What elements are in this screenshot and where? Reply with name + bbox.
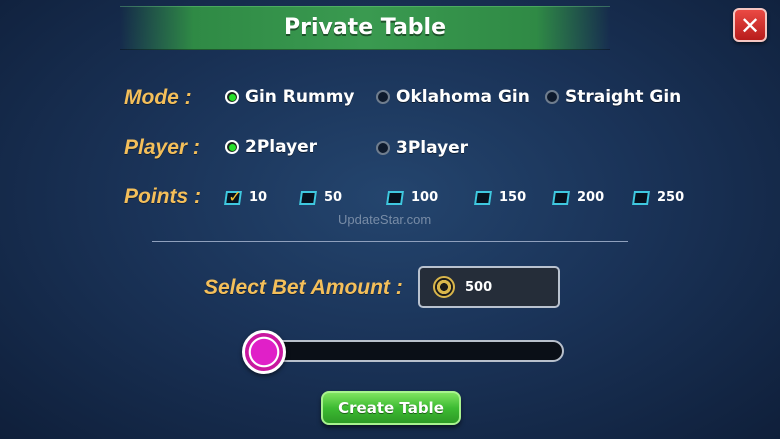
bet-amount-value: 500 bbox=[465, 279, 493, 295]
radio-unselected-icon bbox=[545, 90, 559, 104]
points-option-label: 150 bbox=[499, 190, 527, 205]
player-label: Player : bbox=[124, 136, 200, 159]
points-option-label: 100 bbox=[411, 190, 439, 205]
bet-slider-handle[interactable] bbox=[242, 330, 286, 374]
close-icon: ✕ bbox=[739, 12, 761, 40]
checkbox-icon bbox=[386, 190, 404, 205]
checkbox-icon bbox=[474, 190, 492, 205]
checkbox-icon bbox=[299, 190, 317, 205]
divider bbox=[152, 241, 628, 242]
page-title: Private Table bbox=[283, 15, 447, 40]
points-option-100[interactable]: 100 bbox=[386, 190, 439, 205]
player-option-2player[interactable]: 2Player bbox=[225, 137, 317, 157]
player-option-label: 2Player bbox=[245, 137, 318, 157]
checkbox-icon bbox=[632, 190, 650, 205]
points-option-150[interactable]: 150 bbox=[474, 190, 527, 205]
mode-label: Mode : bbox=[124, 86, 192, 109]
mode-option-gin-rummy[interactable]: Gin Rummy bbox=[225, 87, 355, 107]
points-option-10[interactable]: 10 bbox=[224, 190, 268, 205]
mode-option-oklahoma-gin[interactable]: Oklahoma Gin bbox=[376, 87, 530, 107]
radio-unselected-icon bbox=[376, 90, 390, 104]
create-table-button[interactable]: Create Table bbox=[321, 391, 461, 425]
player-option-3player[interactable]: 3Player bbox=[376, 138, 468, 158]
radio-unselected-icon bbox=[376, 141, 390, 155]
mode-option-label: Gin Rummy bbox=[245, 87, 355, 107]
coin-icon bbox=[433, 276, 455, 298]
radio-selected-icon bbox=[225, 140, 239, 154]
points-option-label: 250 bbox=[657, 190, 685, 205]
title-bar: Private Table bbox=[120, 6, 610, 50]
radio-selected-icon bbox=[225, 90, 239, 104]
checkbox-icon bbox=[552, 190, 570, 205]
bet-slider-track[interactable] bbox=[244, 340, 564, 362]
bet-amount-label: Select Bet Amount : bbox=[204, 276, 403, 299]
mode-option-label: Straight Gin bbox=[565, 87, 682, 107]
points-option-label: 200 bbox=[577, 190, 605, 205]
points-option-label: 10 bbox=[249, 190, 268, 205]
points-option-200[interactable]: 200 bbox=[552, 190, 605, 205]
points-option-250[interactable]: 250 bbox=[632, 190, 685, 205]
points-option-50[interactable]: 50 bbox=[299, 190, 343, 205]
bet-amount-display: 500 bbox=[418, 266, 560, 308]
close-button[interactable]: ✕ bbox=[733, 8, 767, 42]
checkbox-checked-icon bbox=[224, 190, 242, 205]
mode-option-label: Oklahoma Gin bbox=[396, 87, 530, 107]
points-option-label: 50 bbox=[324, 190, 343, 205]
watermark: UpdateStar.com bbox=[338, 212, 432, 227]
points-label: Points : bbox=[124, 185, 201, 208]
player-option-label: 3Player bbox=[396, 138, 469, 158]
mode-option-straight-gin[interactable]: Straight Gin bbox=[545, 87, 681, 107]
